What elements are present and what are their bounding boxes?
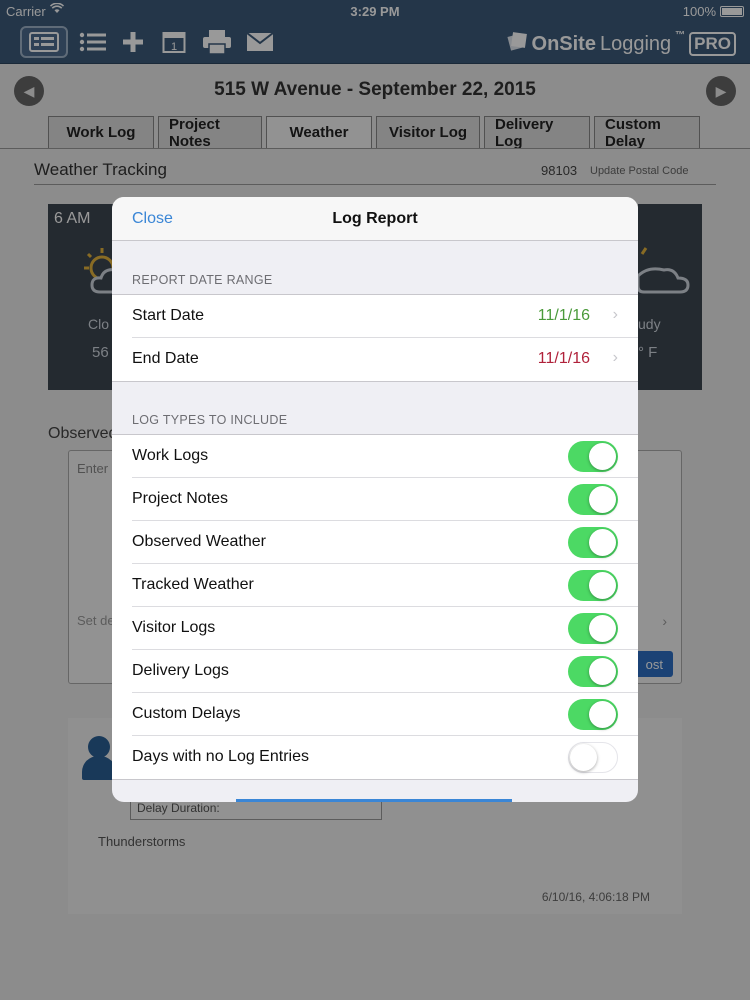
modal-header: Close Log Report xyxy=(112,197,638,241)
start-date-label: Start Date xyxy=(132,307,205,324)
visitor-logs-toggle[interactable] xyxy=(568,613,618,644)
start-date-row[interactable]: Start Date 11/1/16 › xyxy=(112,295,638,338)
log-type-label: Work Logs xyxy=(132,447,209,464)
log-type-label: Visitor Logs xyxy=(132,619,216,636)
log-type-label: Observed Weather xyxy=(132,533,266,550)
log-type-row: Tracked Weather xyxy=(112,564,638,607)
log-report-modal: Close Log Report REPORT DATE RANGE Start… xyxy=(112,197,638,802)
log-type-row: Days with no Log Entries xyxy=(112,736,638,779)
log-types-header: LOG TYPES TO INCLUDE xyxy=(132,413,288,427)
log-type-row: Observed Weather xyxy=(112,521,638,564)
no-entries-toggle[interactable] xyxy=(568,742,618,773)
end-date-row[interactable]: End Date 11/1/16 › xyxy=(112,338,638,381)
chevron-right-icon: › xyxy=(612,306,618,323)
log-type-label: Tracked Weather xyxy=(132,576,254,593)
log-type-row: Work Logs xyxy=(112,435,638,478)
date-range-header: REPORT DATE RANGE xyxy=(132,273,273,287)
group-border xyxy=(112,381,638,382)
delivery-logs-toggle[interactable] xyxy=(568,656,618,687)
end-date-value: 11/1/16 xyxy=(537,350,590,367)
log-type-row: Visitor Logs xyxy=(112,607,638,650)
end-date-label: End Date xyxy=(132,350,199,367)
log-type-row: Custom Delays xyxy=(112,693,638,736)
project-notes-toggle[interactable] xyxy=(568,484,618,515)
generate-button-edge xyxy=(236,799,512,802)
work-logs-toggle[interactable] xyxy=(568,441,618,472)
observed-weather-toggle[interactable] xyxy=(568,527,618,558)
chevron-right-icon: › xyxy=(612,349,618,366)
start-date-value: 11/1/16 xyxy=(537,307,590,324)
log-type-label: Custom Delays xyxy=(132,705,241,722)
log-type-row: Delivery Logs xyxy=(112,650,638,693)
log-type-label: Days with no Log Entries xyxy=(132,748,309,765)
log-type-label: Project Notes xyxy=(132,490,229,507)
log-type-row: Project Notes xyxy=(112,478,638,521)
modal-title: Log Report xyxy=(332,210,418,227)
group-border xyxy=(112,779,638,780)
tracked-weather-toggle[interactable] xyxy=(568,570,618,601)
log-type-label: Delivery Logs xyxy=(132,662,229,679)
custom-delays-toggle[interactable] xyxy=(568,699,618,730)
